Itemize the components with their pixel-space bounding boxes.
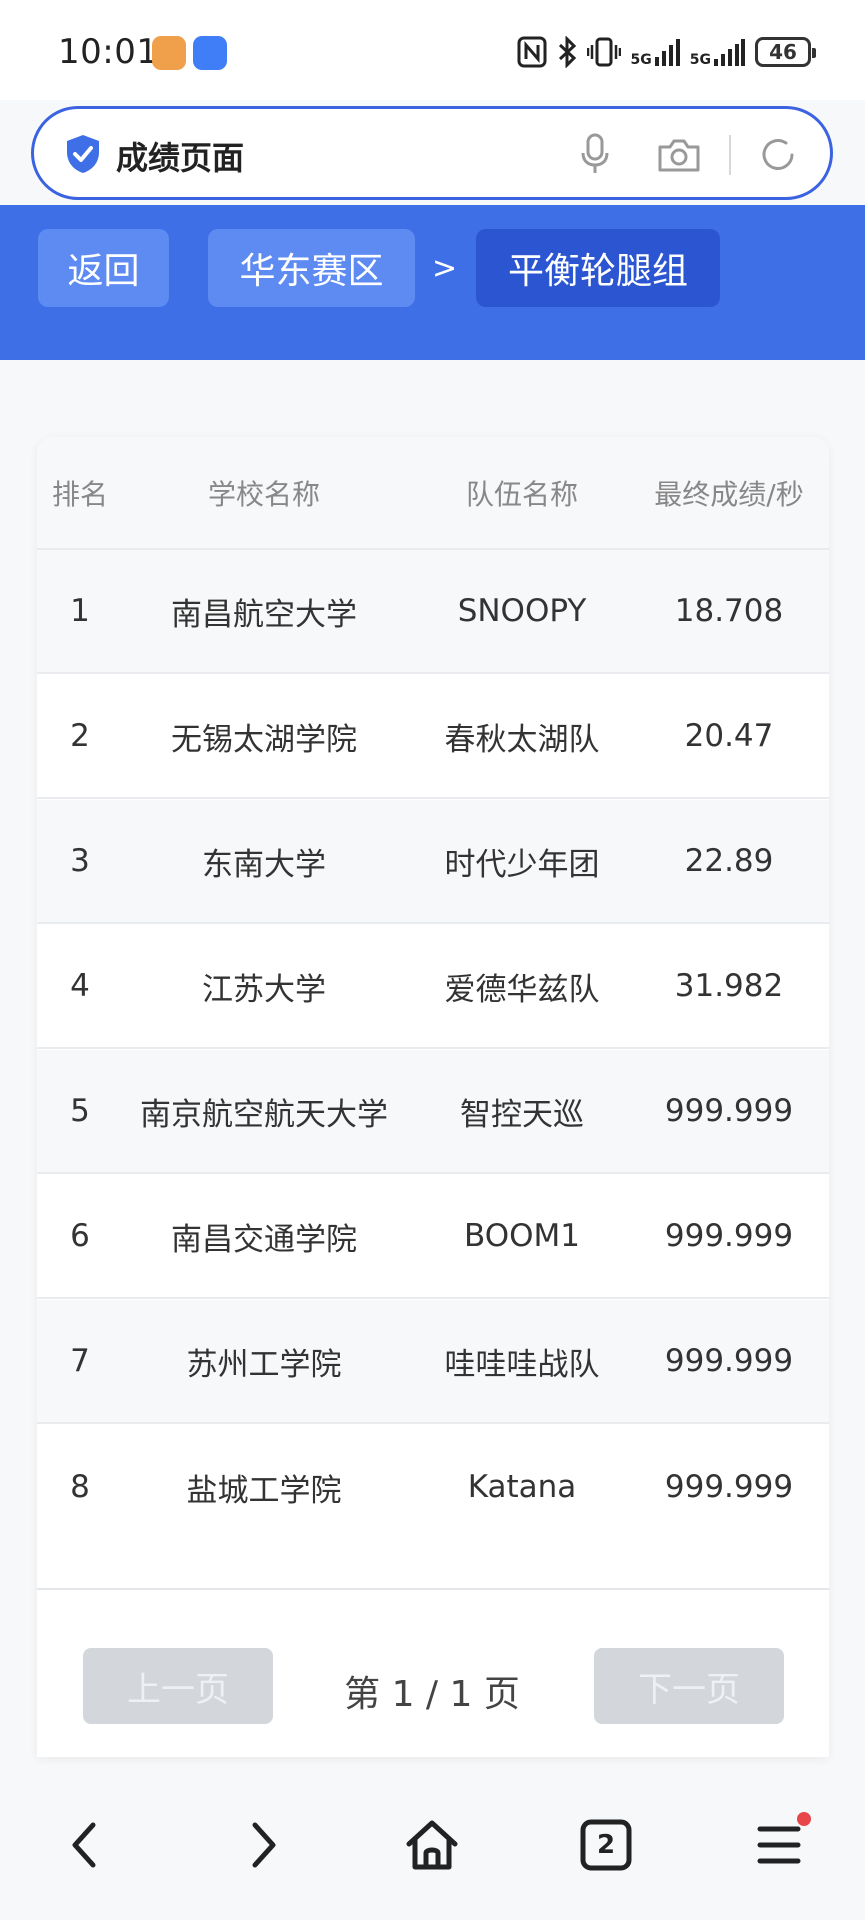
table-row: 1 南昌航空大学 SNOOPY 18.708 — [37, 550, 829, 674]
signal-icon — [714, 39, 745, 66]
notification-dot — [797, 1812, 811, 1826]
bluetooth-icon — [558, 36, 576, 68]
breadcrumb: 返回 华东赛区 > 平衡轮腿组 — [0, 205, 865, 360]
forward-arrow-icon[interactable] — [234, 1817, 290, 1873]
page-indicator: 第 1 / 1 页 — [344, 1674, 520, 1715]
cell-team: 春秋太湖队 — [444, 721, 600, 758]
app-notification-icon — [152, 36, 186, 70]
vibrate-icon — [586, 37, 621, 67]
table-row: 6 南昌交通学院 BOOM1 999.999 — [37, 1175, 829, 1299]
status-icons: 5G 5G 46 — [517, 34, 816, 70]
menu-icon[interactable] — [752, 1817, 808, 1873]
cell-team: SNOOPY — [457, 593, 587, 629]
cell-school: 苏州工学院 — [186, 1346, 342, 1383]
cell-team: BOOM1 — [464, 1218, 580, 1254]
cell-school: 南昌航空大学 — [171, 596, 357, 633]
table-row: 3 东南大学 时代少年团 22.89 — [37, 800, 829, 924]
tabs-button[interactable]: 2 — [578, 1817, 634, 1873]
cell-school: 盐城工学院 — [186, 1472, 342, 1509]
cell-team: 哇哇哇战队 — [444, 1346, 600, 1383]
cell-score: 22.89 — [684, 843, 774, 879]
address-text[interactable]: 成绩页面 — [116, 133, 244, 179]
signal-icon — [654, 39, 680, 66]
cell-score: 31.982 — [674, 968, 784, 1004]
cell-team: 智控天巡 — [460, 1096, 584, 1133]
group-button[interactable]: 平衡轮腿组 — [476, 229, 720, 307]
network-label: 5G — [689, 52, 711, 68]
results-table: 排名 学校名称 队伍名称 最终成绩/秒 1 南昌航空大学 SNOOPY 18.7… — [37, 437, 829, 1757]
cell-rank: 4 — [70, 968, 90, 1004]
prev-page-button[interactable]: 上一页 — [83, 1648, 273, 1724]
table-row: 2 无锡太湖学院 春秋太湖队 20.47 — [37, 675, 829, 799]
header-team: 队伍名称 — [465, 477, 578, 511]
cell-score: 999.999 — [664, 1469, 794, 1505]
battery-icon: 46 — [755, 37, 816, 67]
table-row: 5 南京航空航天大学 智控天巡 999.999 — [37, 1050, 829, 1174]
table-divider — [37, 1588, 829, 1590]
message-notification-icon — [193, 36, 227, 70]
header-score: 最终成绩/秒 — [654, 477, 804, 511]
cell-score: 18.708 — [674, 593, 784, 629]
cell-school: 江苏大学 — [202, 971, 326, 1008]
header-school: 学校名称 — [207, 477, 320, 511]
cell-team: 时代少年团 — [444, 846, 600, 883]
microphone-icon[interactable] — [579, 133, 611, 175]
cell-score: 999.999 — [664, 1218, 794, 1254]
cell-rank: 2 — [70, 718, 90, 754]
cell-rank: 7 — [70, 1343, 90, 1379]
cell-rank: 1 — [70, 593, 90, 629]
shield-icon — [67, 135, 99, 173]
status-time: 10:01 — [58, 32, 159, 72]
browser-bottom-nav: 2 — [0, 1765, 865, 1920]
cell-rank: 6 — [70, 1218, 90, 1254]
back-arrow-icon[interactable] — [58, 1817, 114, 1873]
next-page-button[interactable]: 下一页 — [594, 1648, 784, 1724]
cell-school: 东南大学 — [202, 846, 326, 883]
table-row: 4 江苏大学 爱德华兹队 31.982 — [37, 925, 829, 1049]
cell-rank: 8 — [70, 1469, 90, 1505]
region-button[interactable]: 华东赛区 — [208, 229, 415, 307]
table-row: 8 盐城工学院 Katana 999.999 — [37, 1425, 829, 1549]
cell-score: 999.999 — [664, 1093, 794, 1129]
cell-rank: 3 — [70, 843, 90, 879]
cell-school: 无锡太湖学院 — [171, 721, 357, 758]
tabs-count: 2 — [596, 1830, 616, 1860]
cell-school: 南京航空航天大学 — [140, 1096, 388, 1133]
table-header: 排名 学校名称 队伍名称 最终成绩/秒 — [37, 437, 829, 550]
cell-school: 南昌交通学院 — [171, 1221, 357, 1258]
cell-team: Katana — [467, 1469, 577, 1505]
cell-score: 20.47 — [684, 718, 774, 754]
breadcrumb-separator: > — [432, 251, 458, 286]
table-row: 7 苏州工学院 哇哇哇战队 999.999 — [37, 1300, 829, 1424]
header-rank: 排名 — [51, 477, 108, 511]
address-bar[interactable]: 成绩页面 — [31, 106, 833, 200]
network-label: 5G — [630, 52, 652, 68]
address-divider — [729, 135, 731, 175]
cell-rank: 5 — [70, 1093, 90, 1129]
status-bar: 10:01 5G 5G 46 — [0, 0, 865, 100]
nfc-icon — [517, 36, 547, 68]
camera-icon[interactable] — [657, 137, 701, 173]
cell-score: 999.999 — [664, 1343, 794, 1379]
reload-icon[interactable] — [758, 135, 798, 175]
cell-team: 爱德华兹队 — [444, 971, 600, 1008]
home-icon[interactable] — [404, 1817, 460, 1873]
back-button[interactable]: 返回 — [38, 229, 169, 307]
